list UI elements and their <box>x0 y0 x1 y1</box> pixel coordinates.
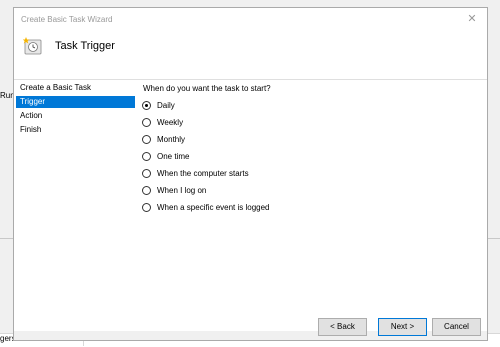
radio-button[interactable] <box>142 151 151 161</box>
radio-button[interactable] <box>142 202 151 212</box>
option-daily[interactable]: Daily <box>142 99 175 111</box>
option-computer-starts[interactable]: When the computer starts <box>142 167 249 179</box>
trigger-prompt: When do you want the task to start? <box>143 84 271 93</box>
step-action[interactable]: Action <box>16 110 135 122</box>
cancel-button[interactable]: Cancel <box>432 318 481 336</box>
wizard-header: Task Trigger <box>14 30 487 80</box>
step-finish[interactable]: Finish <box>16 124 135 136</box>
back-button[interactable]: < Back <box>318 318 367 336</box>
option-weekly[interactable]: Weekly <box>142 116 183 128</box>
page-title: Task Trigger <box>55 40 115 52</box>
radio-button[interactable] <box>142 100 151 110</box>
background-divider <box>0 238 13 239</box>
radio-button[interactable] <box>142 134 151 144</box>
next-button[interactable]: Next > <box>378 318 427 336</box>
option-label[interactable]: When the computer starts <box>157 169 249 178</box>
option-event-logged[interactable]: When a specific event is logged <box>142 201 270 213</box>
radio-button[interactable] <box>142 168 151 178</box>
radio-button[interactable] <box>142 117 151 127</box>
option-label[interactable]: When I log on <box>157 186 206 195</box>
background-window-right <box>488 0 500 346</box>
create-basic-task-dialog: Create Basic Task Wizard ✕ Task Trigger … <box>13 7 488 341</box>
step-create-basic-task[interactable]: Create a Basic Task <box>16 82 135 94</box>
task-clock-icon <box>23 37 42 55</box>
option-label[interactable]: One time <box>157 152 189 161</box>
radio-button[interactable] <box>142 185 151 195</box>
background-divider <box>488 238 500 239</box>
wizard-steps-panel: Create a Basic Task Trigger Action Finis… <box>14 80 135 331</box>
step-trigger[interactable]: Trigger <box>16 96 135 108</box>
option-log-on[interactable]: When I log on <box>142 184 206 196</box>
option-label[interactable]: When a specific event is logged <box>157 203 270 212</box>
option-label[interactable]: Daily <box>157 101 175 110</box>
option-label[interactable]: Weekly <box>157 118 183 127</box>
option-one-time[interactable]: One time <box>142 150 189 162</box>
wizard-content: When do you want the task to start? Dail… <box>135 80 487 331</box>
option-label[interactable]: Monthly <box>157 135 185 144</box>
close-icon[interactable]: ✕ <box>465 12 479 26</box>
dialog-titlebar[interactable]: Create Basic Task Wizard ✕ <box>14 8 487 30</box>
option-monthly[interactable]: Monthly <box>142 133 185 145</box>
background-window-left <box>0 0 13 346</box>
dialog-title: Create Basic Task Wizard <box>21 15 113 24</box>
